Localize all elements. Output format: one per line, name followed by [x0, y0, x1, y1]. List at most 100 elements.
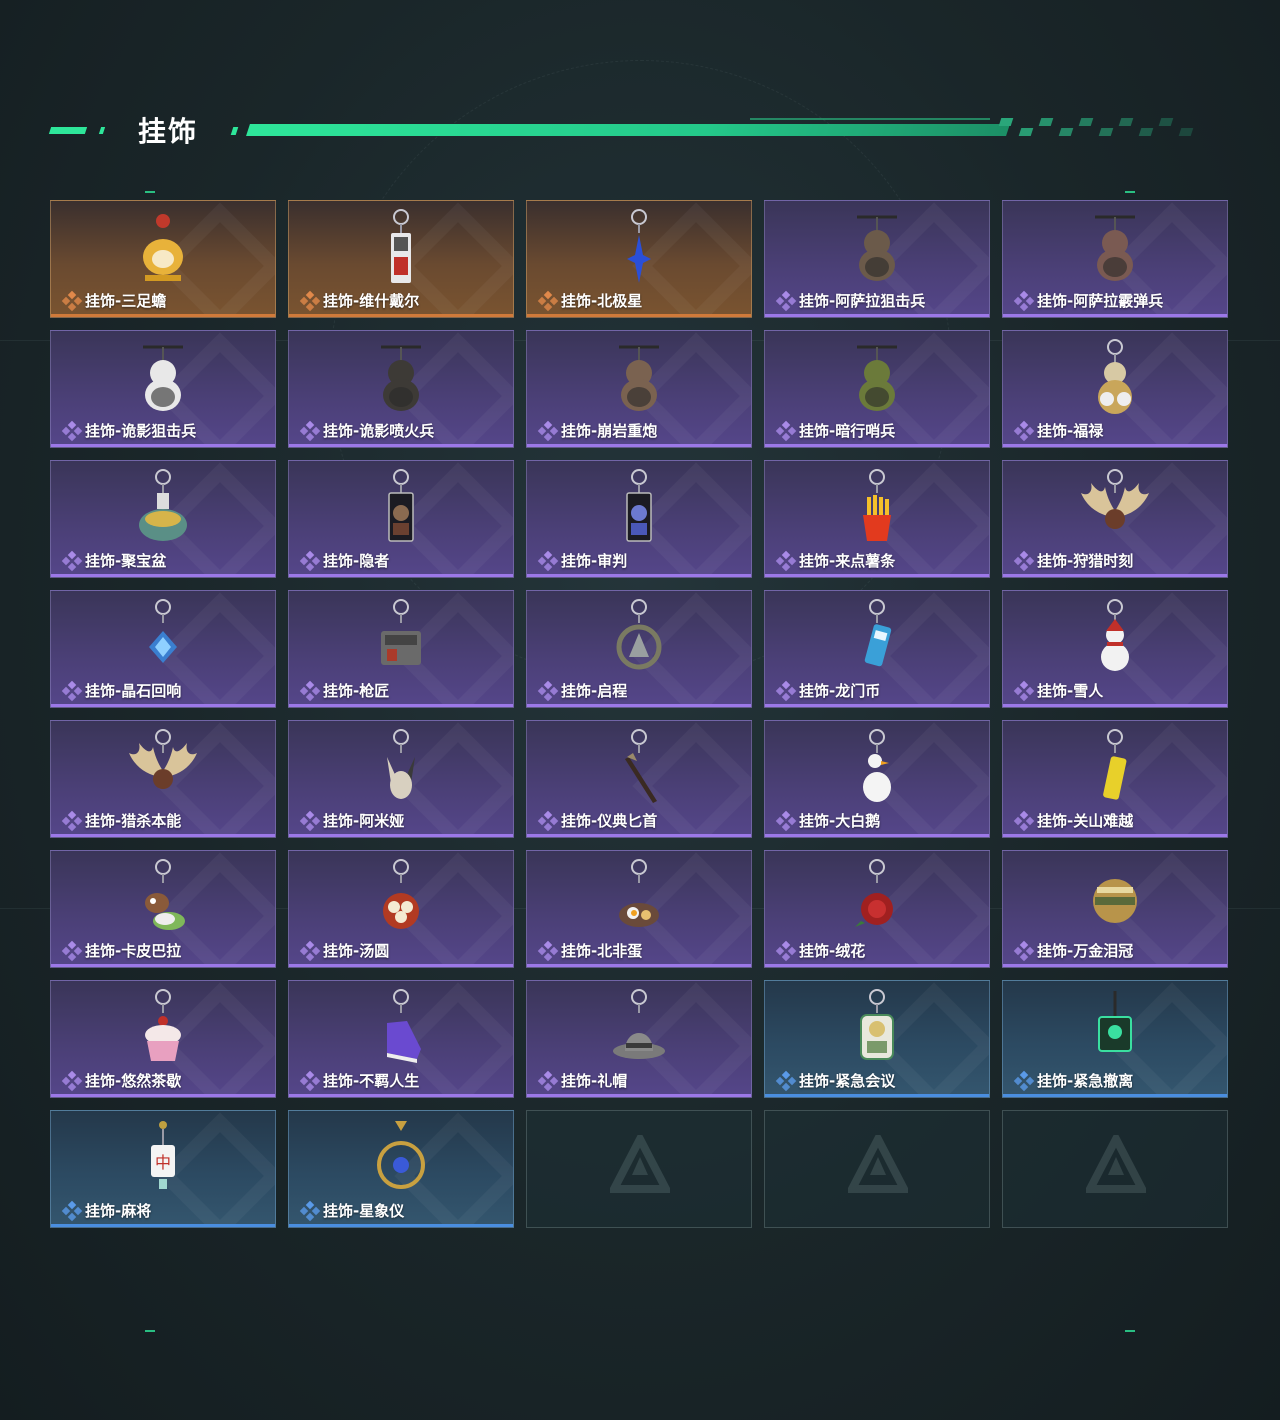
charm-name: 挂饰-汤圆	[323, 942, 390, 960]
header-checker-cell	[1158, 118, 1174, 126]
charm-card[interactable]: 挂饰-卡皮巴拉	[50, 850, 276, 968]
rarity-cell	[787, 686, 797, 696]
charm-name: 挂饰-不羁人生	[323, 1072, 420, 1090]
rarity-diamond-icon	[299, 1200, 321, 1222]
charm-card[interactable]: 挂饰-阿萨拉霰弹兵	[1002, 200, 1228, 318]
rarity-underline	[765, 704, 989, 707]
charm-card[interactable]: 挂饰-大白鹅	[764, 720, 990, 838]
charm-card[interactable]: 挂饰-仪典匕首	[526, 720, 752, 838]
charm-card[interactable]: 挂饰-北非蛋	[526, 850, 752, 968]
rarity-cell	[787, 426, 797, 436]
charm-card[interactable]: 挂饰-隐者	[288, 460, 514, 578]
rarity-underline	[289, 1224, 513, 1227]
charm-card[interactable]: 挂饰-星象仪	[288, 1110, 514, 1228]
rarity-underline	[51, 1094, 275, 1097]
rarity-underline	[289, 964, 513, 967]
charm-card[interactable]: 中挂饰-麻将	[50, 1110, 276, 1228]
section-title: 挂饰	[138, 115, 199, 148]
rarity-cell	[1025, 1076, 1035, 1086]
charm-card[interactable]: 挂饰-万金泪冠	[1002, 850, 1228, 968]
rarity-diamond-icon	[537, 940, 559, 962]
charm-card[interactable]: 挂饰-不羁人生	[288, 980, 514, 1098]
rarity-cell	[311, 1206, 321, 1216]
rarity-cell	[781, 1082, 791, 1092]
charm-card[interactable]: 挂饰-暗行哨兵	[764, 330, 990, 448]
rarity-underline	[765, 1094, 989, 1097]
charm-card[interactable]: 挂饰-龙门币	[764, 590, 990, 708]
charm-card[interactable]: 挂饰-汤圆	[288, 850, 514, 968]
rarity-diamond-icon	[61, 940, 83, 962]
sentry-charm-icon	[857, 345, 897, 411]
rarity-underline	[289, 314, 513, 317]
charm-card[interactable]: 挂饰-阿萨拉狙击兵	[764, 200, 990, 318]
rarity-underline	[765, 574, 989, 577]
charm-card[interactable]: 挂饰-狩猎时刻	[1002, 460, 1228, 578]
rarity-diamond-icon	[1013, 290, 1035, 312]
rarity-underline	[527, 964, 751, 967]
rarity-underline	[1003, 964, 1227, 967]
charm-card[interactable]: 挂饰-北极星	[526, 200, 752, 318]
rarity-cell	[73, 296, 83, 306]
ghost-flamethrower-charm-icon	[381, 345, 421, 411]
charm-name: 挂饰-紧急撤离	[1037, 1072, 1134, 1090]
header-accent-tick	[230, 127, 239, 135]
charm-card[interactable]: 挂饰-崩岩重炮	[526, 330, 752, 448]
charm-card[interactable]: 挂饰-审判	[526, 460, 752, 578]
charm-card[interactable]: 挂饰-诡影狙击兵	[50, 330, 276, 448]
charm-card[interactable]: 挂饰-雪人	[1002, 590, 1228, 708]
charm-card[interactable]: 挂饰-紧急撤离	[1002, 980, 1228, 1098]
charm-name: 挂饰-枪匠	[323, 682, 390, 700]
rarity-underline	[1003, 314, 1227, 317]
charm-card[interactable]: 挂饰-绒花	[764, 850, 990, 968]
header-progress-bar	[246, 124, 1010, 136]
charm-name: 挂饰-猎杀本能	[85, 812, 182, 830]
cupcake-charm-icon	[145, 989, 181, 1061]
gunsmith-charm-icon	[381, 599, 421, 665]
rarity-diamond-icon	[1013, 550, 1035, 572]
rarity-cell	[311, 816, 321, 826]
charm-name: 挂饰-来点薯条	[799, 552, 896, 570]
charm-card[interactable]: 挂饰-来点薯条	[764, 460, 990, 578]
rarity-underline	[527, 834, 751, 837]
empty-slot-logo-icon	[1086, 1135, 1146, 1193]
rarity-cell	[781, 822, 791, 832]
charm-card[interactable]: 挂饰-枪匠	[288, 590, 514, 708]
charm-name: 挂饰-崩岩重炮	[561, 422, 658, 440]
rarity-underline	[289, 704, 513, 707]
rarity-underline	[527, 444, 751, 447]
rarity-diamond-icon	[775, 1070, 797, 1092]
rarity-diamond-icon	[537, 680, 559, 702]
rarity-cell	[543, 432, 553, 442]
rarity-cell	[67, 562, 77, 572]
antler-charm-icon	[129, 729, 197, 789]
charm-card[interactable]: 挂饰-聚宝盆	[50, 460, 276, 578]
charm-card[interactable]: 挂饰-紧急会议	[764, 980, 990, 1098]
rarity-underline	[289, 574, 513, 577]
blue-star-charm-icon	[627, 209, 651, 283]
charm-card[interactable]: 挂饰-悠然茶歇	[50, 980, 276, 1098]
charm-card[interactable]: 挂饰-三足蟾	[50, 200, 276, 318]
rarity-diamond-icon	[1013, 680, 1035, 702]
corner-mark	[145, 191, 155, 193]
charm-card[interactable]: 挂饰-阿米娅	[288, 720, 514, 838]
charm-card[interactable]: 挂饰-猎杀本能	[50, 720, 276, 838]
rarity-diamond-icon	[1013, 810, 1035, 832]
charm-card[interactable]: 挂饰-启程	[526, 590, 752, 708]
empty-slot	[764, 1110, 990, 1228]
charm-card[interactable]: 挂饰-礼帽	[526, 980, 752, 1098]
header-checker-cell	[1178, 128, 1194, 136]
goose-charm-icon	[863, 729, 891, 802]
rarity-cell	[73, 686, 83, 696]
bunny-charm-icon	[387, 729, 415, 799]
rarity-cell	[1019, 952, 1029, 962]
charm-card[interactable]: 挂饰-维什戴尔	[288, 200, 514, 318]
rarity-diamond-icon	[299, 680, 321, 702]
header-checker-cell	[1138, 128, 1154, 136]
gourd-charm-icon	[1098, 339, 1132, 414]
charm-card[interactable]: 挂饰-关山难越	[1002, 720, 1228, 838]
svg-text:中: 中	[155, 1153, 171, 1172]
charm-card[interactable]: 挂饰-晶石回响	[50, 590, 276, 708]
charm-card[interactable]: 挂饰-福禄	[1002, 330, 1228, 448]
rarity-cell	[311, 556, 321, 566]
charm-card[interactable]: 挂饰-诡影喷火兵	[288, 330, 514, 448]
